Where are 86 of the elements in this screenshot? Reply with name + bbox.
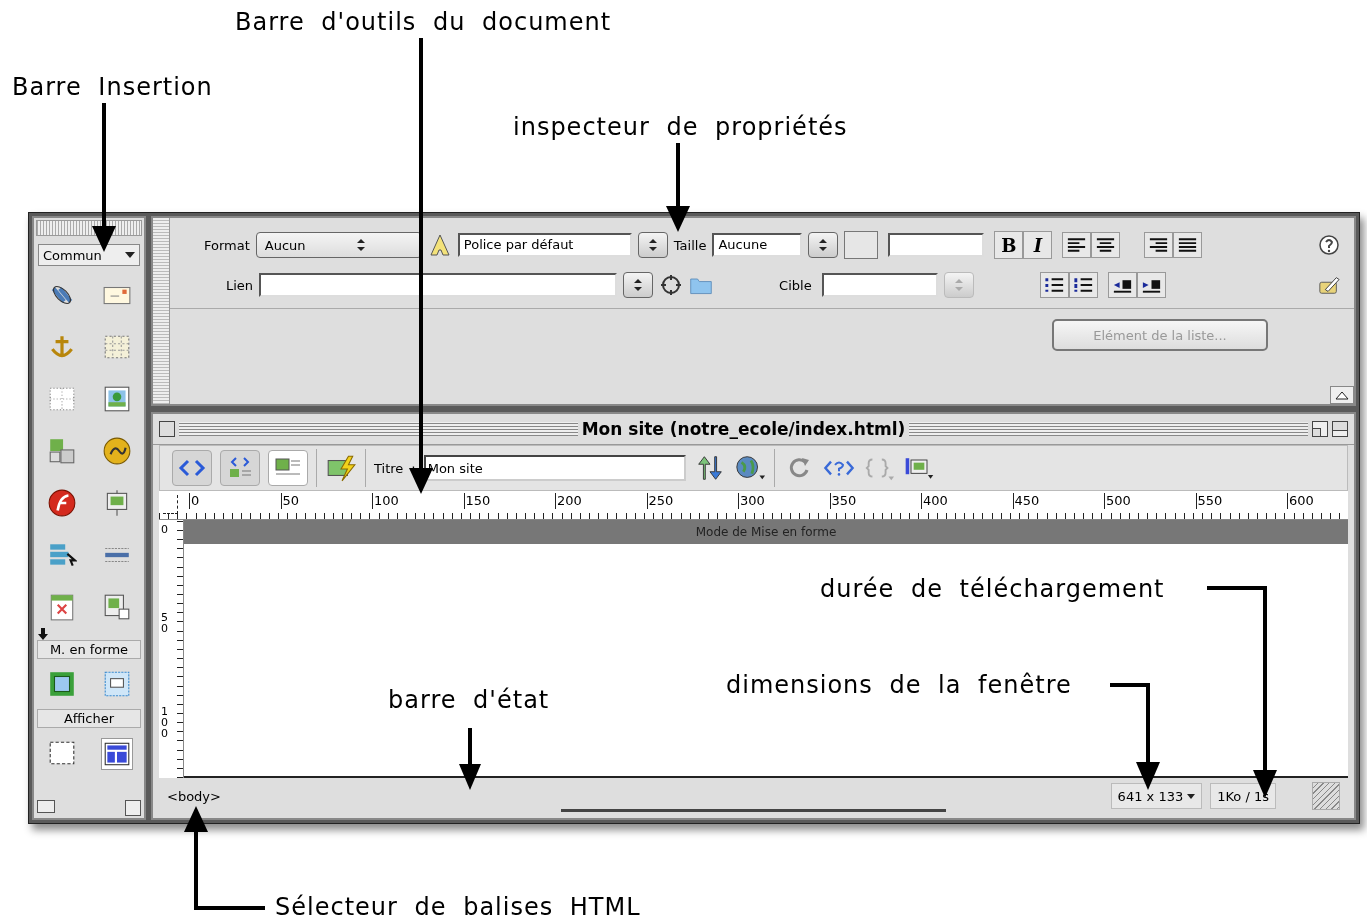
title-colon: : xyxy=(411,460,416,476)
window-size-menu[interactable]: 641 x 133 xyxy=(1110,783,1203,809)
stepper-icon xyxy=(648,239,657,251)
ruler-label: 500 xyxy=(1104,493,1131,509)
panel-toggle-icon[interactable] xyxy=(37,800,55,813)
target-field[interactable] xyxy=(821,273,938,297)
color-swatch[interactable] xyxy=(844,231,879,259)
callout-label: dimensions de la fenêtre xyxy=(726,670,1072,701)
callout-arrow xyxy=(459,728,481,790)
layout-mode-banner: Mode de Mise en forme xyxy=(184,520,1348,544)
round-emblem-icon[interactable] xyxy=(101,436,132,466)
title-label: Titre xyxy=(374,460,404,476)
ruler-label: 200 xyxy=(555,493,582,509)
window-title: Mon site (notre_ecole/index.html) xyxy=(581,419,906,439)
section-label[interactable]: M. en forme xyxy=(37,640,141,659)
collapse-box-icon[interactable] xyxy=(1332,421,1348,437)
ruler-label: 450 xyxy=(1012,493,1040,509)
bold-button[interactable]: B xyxy=(994,231,1024,259)
callout-label: barre d'état xyxy=(388,685,550,716)
split-view-button[interactable] xyxy=(220,450,260,486)
ruler-label: 400 xyxy=(921,493,948,509)
italic-button[interactable]: I xyxy=(1023,231,1053,259)
align-left-icon[interactable] xyxy=(1062,232,1092,258)
ruler-label: 350 xyxy=(829,493,857,509)
callout-label: Barre Insertion xyxy=(12,72,213,103)
stepper-icon xyxy=(634,279,643,291)
stepper-icon xyxy=(954,279,963,291)
ruler-label: 250 xyxy=(646,493,674,509)
size-label: Taille xyxy=(673,237,707,253)
size-field[interactable]: Aucune xyxy=(712,233,803,257)
caret-icon xyxy=(125,252,135,258)
target-label: Cible xyxy=(779,277,812,293)
category-dropdown[interactable]: Commun xyxy=(38,244,140,266)
link-field[interactable] xyxy=(259,273,618,297)
indent-icon[interactable] xyxy=(1136,272,1166,298)
justify-icon[interactable] xyxy=(1173,232,1203,258)
pencil-note-icon[interactable] xyxy=(1318,274,1340,296)
ruler-label: 600 xyxy=(1287,493,1314,509)
callout-label: inspecteur de propriétés xyxy=(513,112,848,143)
down-arrow-icon[interactable] xyxy=(38,628,48,640)
tag-selector[interactable]: <body> xyxy=(167,788,221,804)
collapse-button[interactable] xyxy=(1330,386,1354,404)
letter-a-icon[interactable] xyxy=(427,233,452,257)
ruler-label: 0 xyxy=(161,524,169,535)
format-label: Format xyxy=(204,237,250,253)
section-label[interactable]: Afficher xyxy=(37,709,141,728)
code-view-button[interactable] xyxy=(172,450,212,486)
bullet-list-icon[interactable] xyxy=(1039,272,1069,298)
round-emblem-icon[interactable] xyxy=(46,488,77,518)
preview-lightning-icon[interactable] xyxy=(325,454,357,482)
numbered-list-icon[interactable] xyxy=(1068,272,1098,298)
design-view-button[interactable] xyxy=(268,450,308,486)
ruler-label: 100 xyxy=(372,493,399,509)
triangle-up-icon xyxy=(1335,390,1349,400)
format-dropdown[interactable]: Aucun xyxy=(255,232,422,258)
resize-handle-icon[interactable] xyxy=(125,800,141,816)
link-label: Lien xyxy=(226,277,254,293)
layout-view-icon[interactable] xyxy=(100,738,133,770)
ruler-label: 50 xyxy=(280,493,300,509)
ruler-label: 300 xyxy=(738,493,765,509)
size-stepper[interactable] xyxy=(808,232,839,258)
outdent-icon[interactable] xyxy=(1107,272,1137,298)
point-to-file-icon[interactable] xyxy=(659,273,684,297)
align-right-icon[interactable] xyxy=(1144,232,1174,258)
resize-handle-icon[interactable] xyxy=(1312,782,1340,810)
stepper-icon xyxy=(819,239,828,251)
callout-label: Sélecteur de balises HTML xyxy=(275,892,641,922)
help-icon[interactable] xyxy=(1318,234,1340,256)
link-stepper[interactable] xyxy=(623,272,654,298)
caret-icon xyxy=(1187,793,1196,799)
color-field[interactable] xyxy=(888,233,985,257)
callout-label: durée de téléchargement xyxy=(820,574,1165,605)
close-box-icon[interactable] xyxy=(159,421,175,437)
zoom-box-icon[interactable] xyxy=(1312,421,1328,437)
callout-label: Barre d'outils du document xyxy=(235,7,612,38)
ruler-label: 50 xyxy=(161,612,169,634)
align-center-icon[interactable] xyxy=(1091,232,1121,258)
font-stepper[interactable] xyxy=(637,232,668,258)
stepper-icon xyxy=(357,239,366,251)
ruler-label: 100 xyxy=(161,706,169,739)
ruler-label: 150 xyxy=(463,493,491,509)
globe-icon[interactable] xyxy=(733,454,766,482)
font-field[interactable]: Police par défaut xyxy=(457,233,632,257)
ruler-label: 550 xyxy=(1195,493,1223,509)
ruler-origin-icon[interactable] xyxy=(163,495,178,514)
ruler-label: 0 xyxy=(189,493,200,509)
